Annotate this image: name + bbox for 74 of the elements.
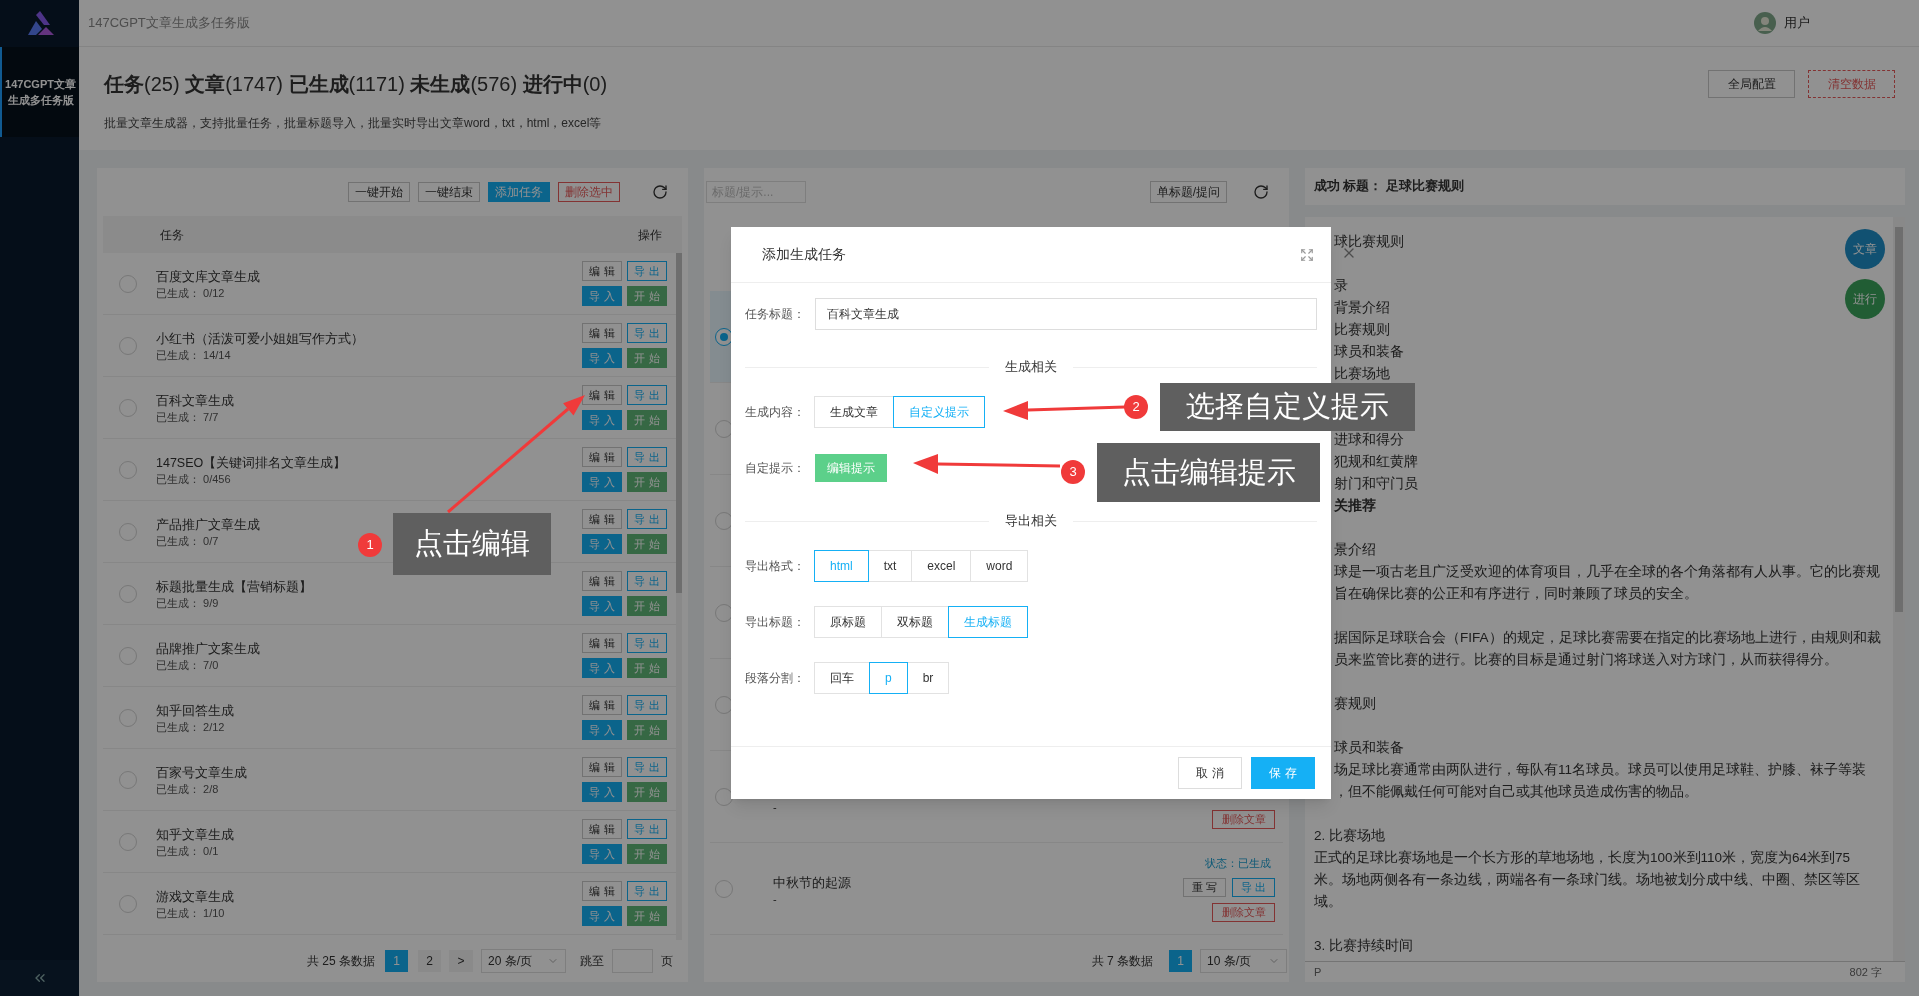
article-line: ，但不能佩戴任何可能对自己或其他球员造成伤害的物品。 [1333,783,1698,801]
article-line: 射门和守门员 [1333,475,1418,493]
generated-count: 已生成： 0/12 [156,285,225,300]
task-name: 百科文章生成 [156,392,234,410]
generated-count: 已生成： 1/10 [156,905,225,920]
task-name: 知乎回答生成 [156,702,234,720]
article-line: 比赛规则 [1333,321,1390,339]
article-line: 员来监管比赛的进行。比赛的目标是通过射门将球送入对方球门，从而获得得分。 [1333,651,1838,669]
total-count: 共 7 条数据 [1091,953,1153,970]
total-count: 共 25 条数据 [307,953,375,970]
dialog-title: 添加生成任务 [762,245,846,264]
task-name: 147SEO【关键词排名文章生成】 [156,454,347,472]
field-label: 任务标题： [745,306,806,323]
generated-count: 已生成： 7/0 [156,657,219,672]
article-line: 犯规和红黄牌 [1333,453,1418,471]
article-line: 比赛场地 [1333,365,1390,383]
article-line: 场足球比赛通常由两队进行，每队有11名球员。球员可以使用足球鞋、护膝、袜子等装 [1333,761,1866,779]
generated-count: 已生成： 7/7 [156,409,219,424]
article-line: 景介绍 [1333,541,1376,559]
column-header: 操作 [638,226,662,244]
callout-label: 选择自定义提示 [1160,383,1415,431]
generated-count: 已生成： 0/7 [156,533,219,548]
article-line: 进球和得分 [1333,431,1404,449]
element-path: P [1314,964,1322,980]
task-name: 百家号文章生成 [156,764,247,782]
field-label: 导出格式： [745,558,806,575]
word-count: 802 字 [1849,964,1882,980]
article-line: 背景介绍 [1333,299,1390,317]
task-name: 游戏文章生成 [156,888,234,906]
article-line: 球比赛规则 [1333,233,1404,251]
section-title: 导出相关 [1004,512,1058,531]
generated-count: 已生成： 9/9 [156,595,219,610]
generated-count: 已生成： 2/8 [156,781,219,796]
generated-count: 已生成： 0/456 [156,471,231,486]
article-title: 中秋节的起源 [773,875,852,892]
article-status: 状态：已生成 [1205,856,1271,871]
field-label: 自定提示： [745,460,806,477]
article-line: 赛规则 [1333,695,1376,713]
article-line: 域。 [1314,893,1342,911]
article-line: 录 [1333,277,1348,295]
generated-count: 已生成： 0/1 [156,843,219,858]
article-line: 球员和装备 [1333,343,1404,361]
section-title: 生成相关 [1004,358,1058,377]
article-line: 据国际足球联合会（FIFA）的规定，足球比赛需要在指定的比赛场地上进行，由规则和裁 [1333,629,1881,647]
article-line: 正式的足球比赛场地是一个长方形的草地场地，长度为100米到110米，宽度为64米到75 [1314,849,1851,867]
app-title: 147CGPT文章生成多任务版 [88,14,250,33]
article-line: 旨在确保比赛的公正和有序进行，同时兼顾了球员的安全。 [1333,585,1698,603]
article-line: 球员和装备 [1333,739,1404,757]
page-label: 页 [661,953,673,970]
article-line: 2. 比赛场地 [1314,827,1385,845]
article-line: 球是一项古老且广泛受欢迎的体育项目，几乎在全球的各个角落都有人从事。它的比赛规 [1333,563,1880,581]
callout-label: 点击编辑 [393,513,551,575]
field-label: 段落分割： [745,670,806,687]
result-title: 成功 标题： 足球比赛规则 [1314,178,1464,196]
goto-label: 跳至 [580,953,604,970]
field-label: 生成内容： [745,404,806,421]
generated-count: 已生成： 2/12 [156,719,225,734]
callout-label: 点击编辑提示 [1097,443,1320,502]
field-label: 导出标题： [745,614,806,631]
generated-count: 已生成： 14/14 [156,347,231,362]
article-line: 米。场地两侧各有一条边线，两端各有一条球门线。场地被划分成中线、中圈、禁区等区 [1314,871,1860,889]
task-name: 产品推广文章生成 [156,516,260,534]
task-name: 品牌推广文案生成 [156,640,260,658]
description: 批量文章生成器，支持批量任务，批量标题导入，批量实时导出文章word，txt，html，excel等 [104,115,603,132]
column-header: 任务 [160,226,184,244]
task-name: 标题批量生成【营销标题】 [156,578,312,596]
article-line: 3. 比赛持续时间 [1314,937,1413,955]
task-name: 知乎文章生成 [156,826,234,844]
article-line: 关推荐 [1333,497,1376,515]
task-name: 百度文库文章生成 [156,268,260,286]
task-name: 小红书（活泼可爱小姐姐写作方式） [156,330,364,348]
stats-heading: 任务(25) 文章(1747) 已生成(1171) 未生成(576) 进行中(0) [104,72,609,97]
article-subtitle: - [773,892,778,906]
article-subtitle: - [773,800,778,814]
